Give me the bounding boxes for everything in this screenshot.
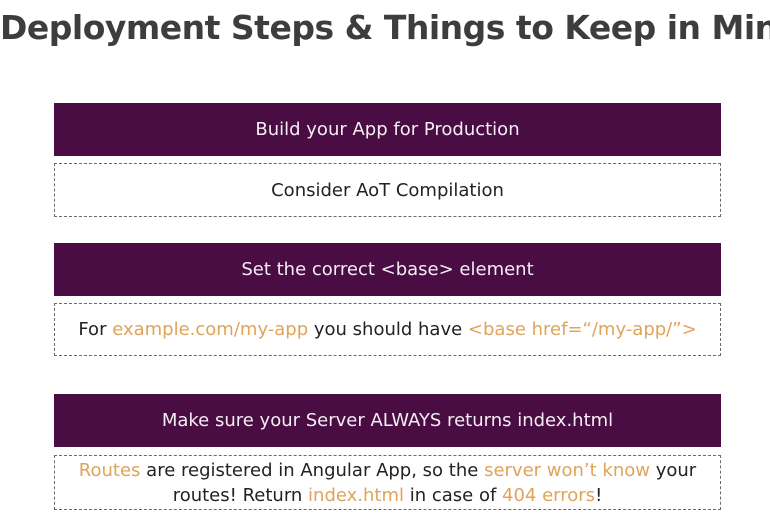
step-2-header: Set the correct <base> element — [54, 243, 721, 296]
step-3-index-highlight: index.html — [308, 484, 404, 506]
step-3-note-text: in case of — [404, 484, 503, 506]
step-2-note: For example.com/my-app you should have <… — [54, 303, 721, 356]
step-2-url-highlight: example.com/my-app — [112, 319, 309, 340]
step-2-base-tag-highlight: <base href=“/my-app/”> — [467, 319, 697, 340]
step-1-header: Build your App for Production — [54, 103, 721, 156]
step-1-note-text: Consider AoT Compilation — [271, 179, 504, 201]
step-3-routes-highlight: Routes — [78, 459, 141, 481]
step-3-server-highlight: server won’t know — [484, 459, 650, 481]
step-1-note: Consider AoT Compilation — [54, 163, 721, 217]
step-2-note-text: you should have — [308, 319, 468, 340]
step-3-note: Routes are registered in Angular App, so… — [54, 455, 721, 510]
step-3-note-text: are registered in Angular App, so the — [140, 459, 485, 481]
step-2-note-text: For — [78, 319, 113, 340]
step-3-header: Make sure your Server ALWAYS returns ind… — [54, 394, 721, 447]
step-3-404-highlight: 404 errors — [502, 484, 596, 506]
page-title: Deployment Steps & Things to Keep in Min… — [0, 8, 770, 47]
step-3-note-text: ! — [595, 484, 603, 506]
